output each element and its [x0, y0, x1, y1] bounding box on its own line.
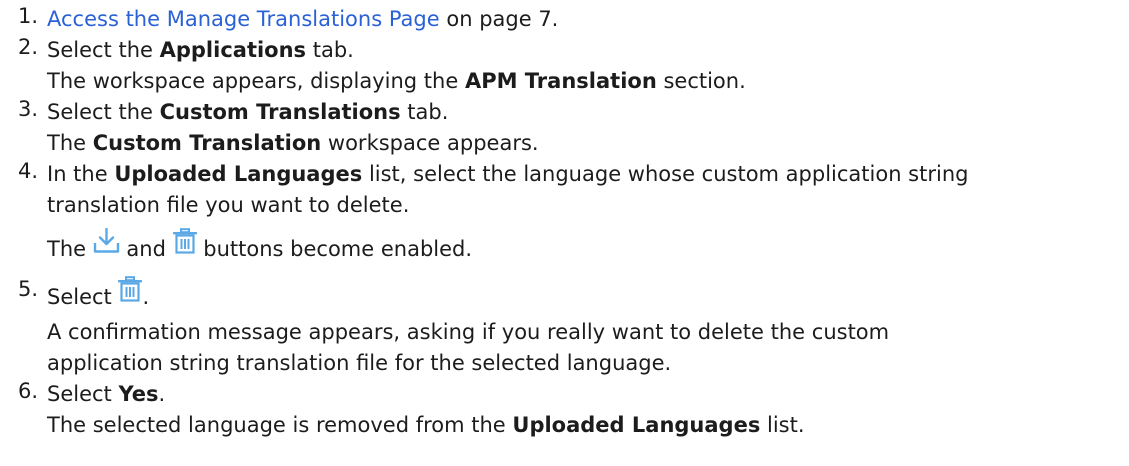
- result-text: The selected language is removed from th…: [47, 413, 513, 437]
- step-4: 4. In the Uploaded Languages list, selec…: [18, 159, 1129, 277]
- ui-term: Custom Translations: [159, 100, 401, 124]
- step-number: 1.: [18, 4, 39, 28]
- ui-term: Applications: [159, 38, 307, 62]
- step-text: .: [158, 382, 166, 406]
- result-text: list.: [760, 413, 805, 437]
- step-2: 2. Select the Applications tab. The work…: [18, 35, 1129, 97]
- step-3: 3. Select the Custom Translations tab. T…: [18, 97, 1129, 159]
- ui-term: Uploaded Languages: [512, 413, 761, 437]
- manage-translations-link[interactable]: Access the Manage Translations Page: [47, 7, 440, 31]
- step-text: Select: [47, 382, 119, 406]
- step-number: 3.: [18, 97, 39, 121]
- ui-term: Custom Translation: [92, 131, 322, 155]
- step-number: 4.: [18, 159, 39, 183]
- step-text: tab.: [400, 100, 449, 124]
- procedure-steps: 1. Access the Manage Translations Page o…: [0, 0, 1129, 441]
- step-text: In the: [47, 162, 115, 186]
- result-text: section.: [656, 69, 746, 93]
- trash-icon: [118, 275, 143, 315]
- ui-term: Uploaded Languages: [114, 162, 363, 186]
- step-text: Select: [47, 285, 119, 309]
- step-1: 1. Access the Manage Translations Page o…: [18, 4, 1129, 35]
- step-number: 5.: [18, 277, 39, 301]
- result-text: buttons become enabled.: [196, 237, 473, 261]
- step-number: 2.: [18, 35, 39, 59]
- result-text: A confirmation message appears, asking i…: [47, 320, 890, 344]
- step-6: 6. Select Yes. The selected language is …: [18, 379, 1129, 441]
- download-icon: [93, 227, 120, 267]
- step-text: Select the: [47, 38, 160, 62]
- result-text: and: [119, 237, 173, 261]
- step-text: .: [142, 285, 150, 309]
- result-text: The: [47, 237, 93, 261]
- step-text: Select the: [47, 100, 160, 124]
- step-text: on page 7.: [439, 7, 559, 31]
- step-text: tab.: [306, 38, 354, 62]
- result-text: The: [47, 131, 93, 155]
- trash-icon: [172, 227, 197, 267]
- ui-term: APM Translation: [464, 69, 657, 93]
- step-number: 6.: [18, 379, 39, 403]
- ui-term: Yes: [118, 382, 159, 406]
- result-text: workspace appears.: [321, 131, 539, 155]
- step-5: 5. Select . A confirmation message appea…: [18, 275, 1129, 379]
- step-text: list, select the language whose custom a…: [362, 162, 969, 186]
- result-text: The workspace appears, displaying the: [47, 69, 465, 93]
- result-text: application string translation file for …: [47, 351, 672, 375]
- step-text: translation file you want to delete.: [47, 193, 410, 217]
